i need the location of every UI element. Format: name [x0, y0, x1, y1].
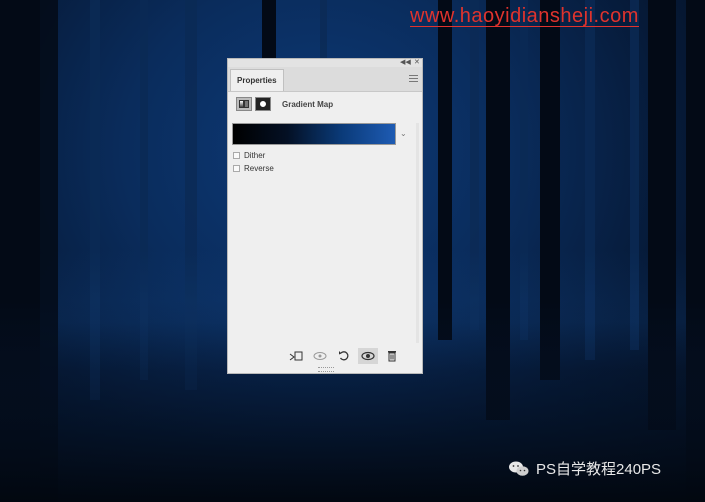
- dither-option[interactable]: Dither: [233, 151, 265, 160]
- panel-resize-grip[interactable]: [318, 367, 334, 372]
- reset-icon[interactable]: [334, 348, 354, 364]
- clip-icon[interactable]: [286, 348, 306, 364]
- eye-icon[interactable]: [358, 348, 378, 364]
- panel-bottom-toolbar: [228, 347, 422, 365]
- eye-previous-icon[interactable]: [310, 348, 330, 364]
- panel-scrollbar[interactable]: [416, 123, 419, 343]
- panel-menu-icon[interactable]: [409, 75, 418, 82]
- dither-label: Dither: [244, 151, 266, 160]
- trash-icon[interactable]: [382, 348, 402, 364]
- gradient-picker[interactable]: [232, 123, 396, 145]
- dither-checkbox[interactable]: [233, 152, 240, 159]
- wechat-account-name: PS自学教程240PS: [536, 461, 662, 478]
- chevron-down-icon[interactable]: ⌄: [400, 129, 407, 138]
- tab-properties[interactable]: Properties: [230, 69, 284, 91]
- reverse-label: Reverse: [244, 164, 274, 173]
- panel-tab-row: Properties: [228, 67, 422, 92]
- wechat-icon: [509, 461, 529, 476]
- watermark-url: www.haoyidiansheji.com: [410, 5, 639, 27]
- adjustment-header: Gradient Map: [236, 97, 333, 111]
- properties-panel: ◀◀ ✕ Properties Gradient Map ⌄ Dither Re…: [227, 58, 423, 374]
- collapse-icon[interactable]: ◀◀: [400, 59, 411, 67]
- reverse-option[interactable]: Reverse: [233, 164, 274, 173]
- gradient-map-icon[interactable]: [236, 97, 252, 111]
- adjustment-title: Gradient Map: [282, 99, 334, 109]
- layer-mask-icon[interactable]: [255, 97, 271, 111]
- close-icon[interactable]: ✕: [414, 59, 420, 67]
- wechat-account-badge: PS自学教程240PS: [508, 458, 661, 479]
- panel-title-bar[interactable]: ◀◀ ✕: [228, 59, 422, 67]
- reverse-checkbox[interactable]: [233, 165, 240, 172]
